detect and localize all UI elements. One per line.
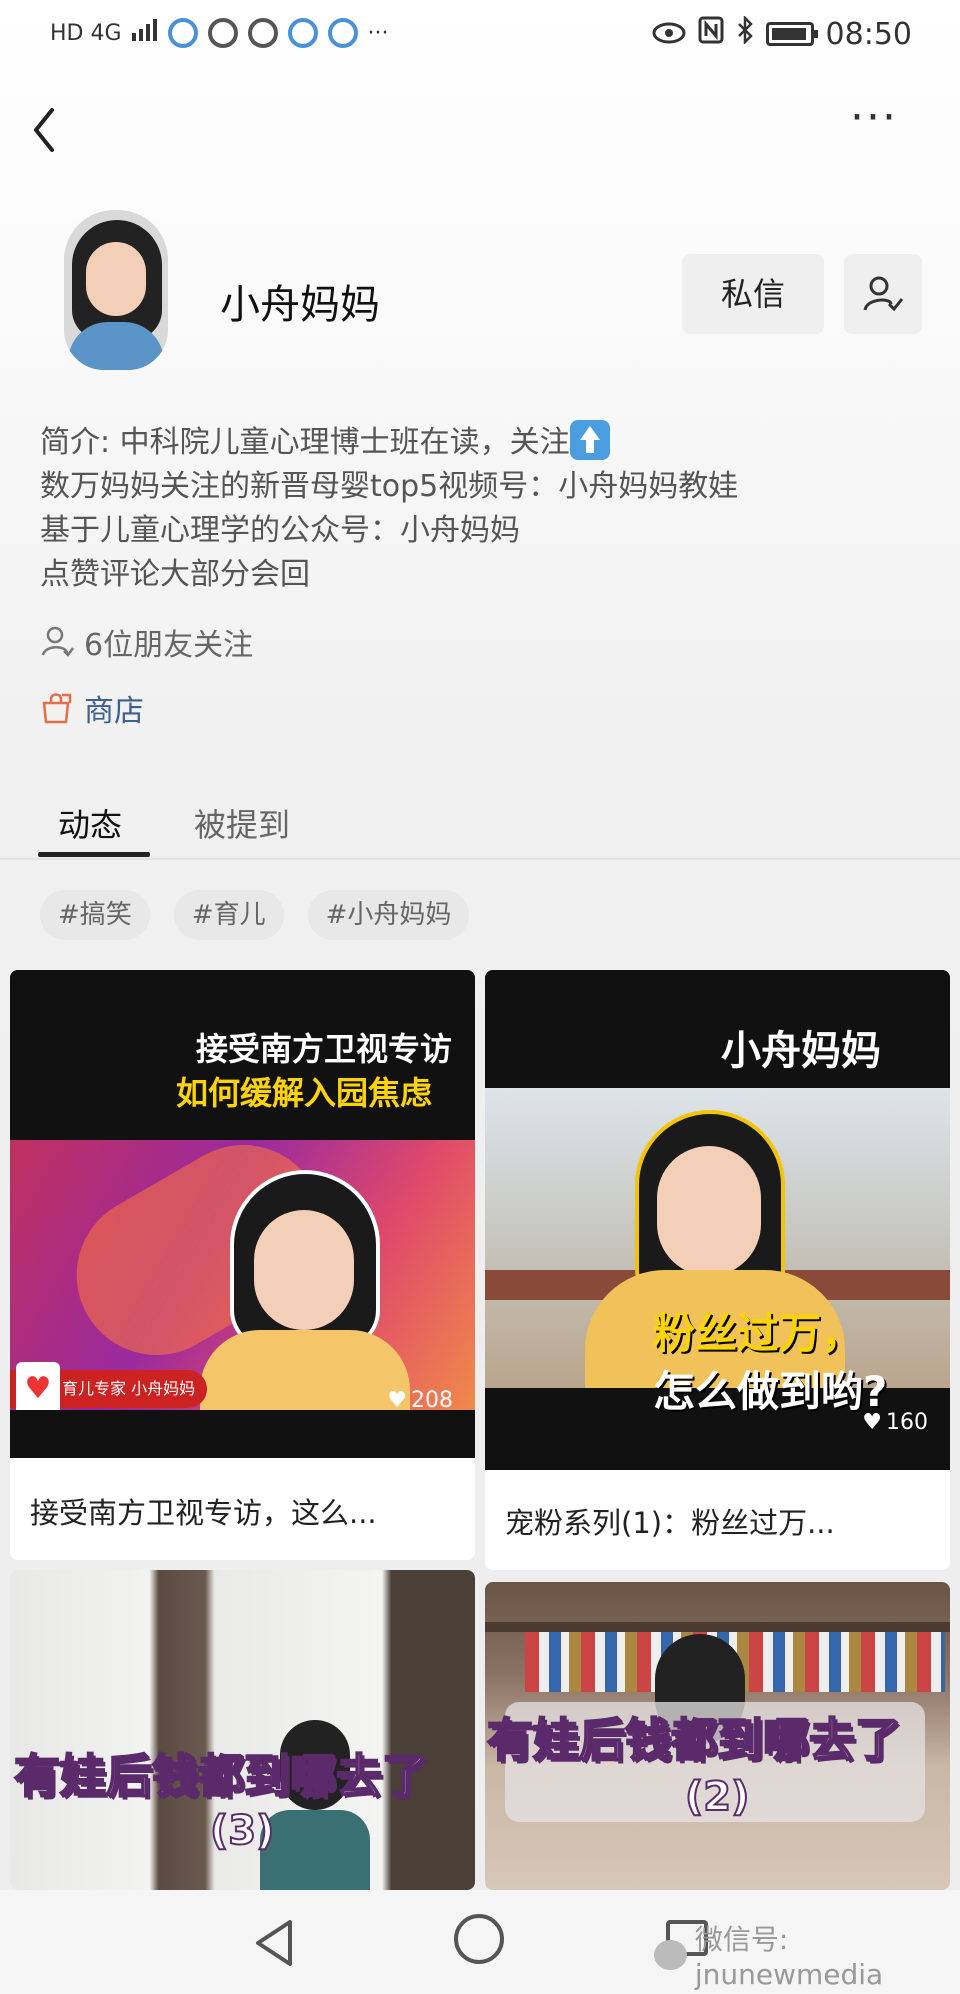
- video-card[interactable]: 有娃后钱都到哪去了 (2): [485, 1582, 950, 1890]
- chevron-left-icon: [34, 108, 54, 152]
- signal-icon: [131, 19, 158, 47]
- video-card[interactable]: 小舟妈妈 粉丝过万， 怎么做到哟? ♥ 160 宠粉系列(1)：粉丝过万...: [485, 970, 950, 1570]
- status-bar: HD 4G ··· 08:50: [0, 0, 960, 72]
- wechat-notification-icon: [247, 18, 278, 48]
- tag-chip[interactable]: #小舟妈妈: [307, 890, 470, 940]
- more-options-button[interactable]: ···: [850, 96, 920, 152]
- overlay-title-line: (3): [209, 1807, 275, 1855]
- network-indicator: HD 4G: [50, 20, 122, 46]
- profile-bio: 简介: 中科院儿童心理博士班在读，关注 数万妈妈关注的新晋母婴top5视频号：小…: [40, 420, 920, 597]
- system-navigation-bar: 微信号: jnunewmedia: [0, 1890, 960, 1994]
- video-thumbnail: 有娃后钱都到哪去了 (3): [10, 1570, 475, 1890]
- nfc-icon: [698, 16, 724, 52]
- follow-button[interactable]: [844, 254, 922, 334]
- status-right: 08:50: [652, 14, 912, 52]
- video-thumbnail: 小舟妈妈 粉丝过万， 怎么做到哟? ♥ 160: [485, 970, 950, 1470]
- nav-home-circle-icon[interactable]: [454, 1914, 504, 1964]
- friends-following-text: 6位朋友关注: [84, 628, 254, 663]
- wechat-logo-icon: [654, 1939, 687, 1970]
- bio-line: 数万妈妈关注的新晋母婴top5视频号：小舟妈妈教娃: [40, 469, 739, 504]
- bio-line: 简介: 中科院儿童心理博士班在读，关注: [40, 420, 920, 465]
- overlay-top-label: 小舟妈妈: [721, 1028, 881, 1074]
- profile-header: 小舟妈妈 私信: [0, 210, 960, 390]
- video-card[interactable]: 有娃后钱都到哪去了 (3): [10, 1570, 475, 1890]
- bio-line: 基于儿童心理学的公众号：小舟妈妈: [40, 513, 520, 548]
- heart-icon: ♥: [387, 1388, 407, 1413]
- watermark: 微信号: jnunewmedia: [654, 1918, 960, 1991]
- like-count: ♥ 160: [862, 1410, 928, 1435]
- overlay-title-line: 有娃后钱都到哪去了: [13, 1748, 429, 1804]
- video-title: 宠粉系列(1)：粉丝过万...: [505, 1506, 835, 1540]
- watermark-text: 微信号: jnunewmedia: [694, 1923, 884, 1991]
- more-notifications-icon: ···: [367, 20, 389, 46]
- like-count: ♥ 208: [387, 1388, 453, 1413]
- arrow-up-emoji-icon: [569, 420, 610, 460]
- shop-link[interactable]: 商店: [40, 686, 144, 730]
- battery-icon: [765, 22, 818, 46]
- shop-bag-icon: [42, 693, 72, 724]
- status-left: HD 4G ···: [50, 18, 389, 48]
- followed-user-icon: [863, 276, 904, 312]
- app-notification-icon: [207, 18, 238, 48]
- tab-posts[interactable]: 动态: [58, 800, 122, 846]
- overlay-title-line: 粉丝过万，: [653, 1309, 864, 1358]
- friends-following[interactable]: 6位朋友关注: [40, 620, 253, 664]
- clock: 08:50: [825, 16, 912, 52]
- tag-chip[interactable]: #育儿: [173, 890, 284, 940]
- video-thumbnail: 接受南方卫视专访 如何缓解入园焦虑 育儿专家 小舟妈妈 ♥ ♥ 208: [10, 970, 475, 1458]
- overlay-title-line: 如何缓解入园焦虑: [176, 1074, 433, 1112]
- overlay-title-line: 有娃后钱都到哪去了: [486, 1712, 902, 1768]
- app-notification-icon: [327, 18, 358, 48]
- heart-icon: ♥: [862, 1410, 882, 1435]
- shop-label: 商店: [84, 694, 144, 729]
- overlay-title-line: 接受南方卫视专访: [196, 1030, 453, 1068]
- profile-name: 小舟妈妈: [220, 282, 380, 328]
- user-icon: [41, 626, 74, 657]
- tab-bar: 动态 被提到: [0, 790, 960, 860]
- tab-mentions[interactable]: 被提到: [194, 800, 290, 846]
- app-notification-icon: [287, 18, 318, 48]
- active-tab-indicator: [38, 852, 150, 857]
- overlay-title-line: 怎么做到哟?: [653, 1367, 888, 1416]
- bluetooth-icon: [736, 14, 754, 52]
- avatar[interactable]: [64, 210, 168, 370]
- overlay-title-line: (2): [684, 1773, 750, 1821]
- private-message-button[interactable]: 私信: [682, 254, 824, 334]
- video-card[interactable]: 接受南方卫视专访 如何缓解入园焦虑 育儿专家 小舟妈妈 ♥ ♥ 208 接受南方…: [10, 970, 475, 1560]
- eye-icon: [652, 17, 686, 52]
- tag-chip[interactable]: #搞笑: [40, 890, 150, 940]
- video-title: 接受南方卫视专访，这么...: [30, 1496, 377, 1530]
- back-button[interactable]: [24, 100, 84, 160]
- tag-list: #搞笑 #育儿 #小舟妈妈: [40, 890, 470, 940]
- nav-back-triangle-icon[interactable]: [252, 1918, 296, 1968]
- heart-badge-icon: ♥: [16, 1362, 60, 1416]
- bio-line: 点赞评论大部分会回: [40, 557, 310, 592]
- top-bar: ···: [0, 90, 960, 170]
- video-thumbnail: 有娃后钱都到哪去了 (2): [485, 1582, 950, 1890]
- app-notification-icon: [167, 18, 198, 48]
